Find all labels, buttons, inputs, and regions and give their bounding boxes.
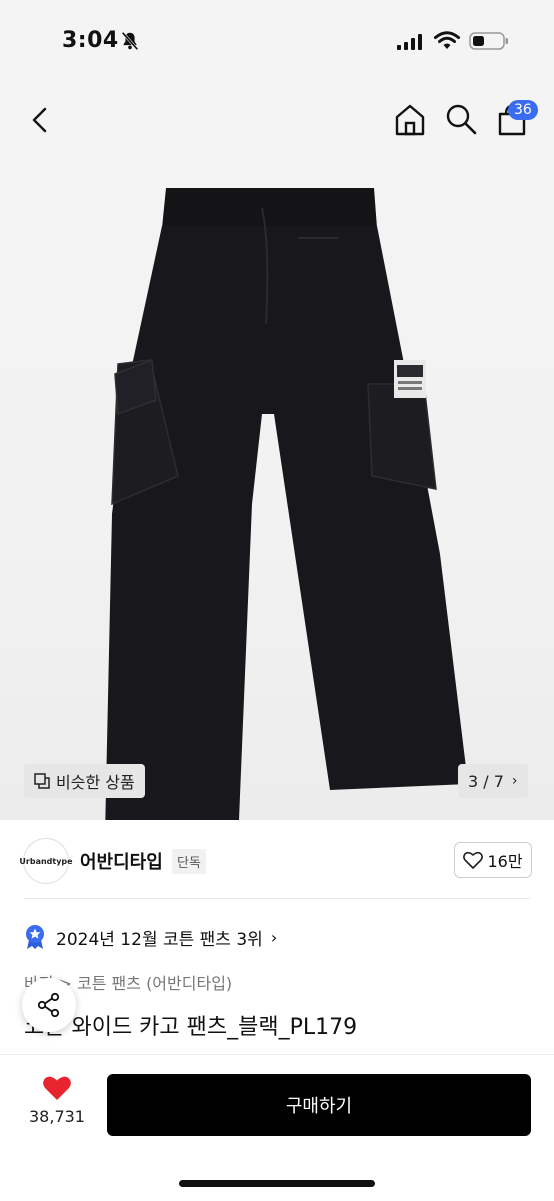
exclusive-badge: 단독 <box>172 849 206 874</box>
ranking-medal-icon <box>26 925 44 949</box>
chevron-right-icon: › <box>270 927 278 947</box>
similar-products-button[interactable]: 비슷한 상품 <box>24 764 145 798</box>
buy-button[interactable]: 구매하기 <box>107 1074 531 1136</box>
ranking-text: 2024년 12월 코튼 팬츠 3위 <box>56 929 263 950</box>
mute-bell-icon <box>121 31 139 51</box>
wifi-icon <box>434 31 460 49</box>
ranking-link[interactable]: 2024년 12월 코튼 팬츠 3위 › <box>24 924 277 950</box>
home-indicator <box>179 1180 375 1187</box>
status-time: 3:04 <box>62 28 119 53</box>
cart-count-badge: 36 <box>508 100 538 120</box>
share-icon <box>37 992 60 1018</box>
favorite-button[interactable]: 38,731 <box>24 1075 90 1126</box>
page-indicator: 3 / 7 <box>468 771 504 791</box>
heart-filled-icon <box>43 1076 71 1100</box>
image-pager[interactable]: 3 / 7 › <box>458 764 528 798</box>
brand-row: Urbandtype 어반디타입 단독 16만 <box>0 836 554 884</box>
cellular-signal-icon <box>397 34 422 50</box>
brand-name[interactable]: 어반디타입 <box>80 848 163 874</box>
chevron-right-icon: › <box>511 773 518 789</box>
back-chevron-icon[interactable] <box>24 104 56 136</box>
similar-products-label: 비슷한 상품 <box>56 773 135 792</box>
status-bar: 3:04 <box>0 0 554 84</box>
brand-logo-text: Urbandtype <box>19 856 73 866</box>
brand-like-count: 16만 <box>487 852 523 871</box>
cargo-pants-image <box>105 188 468 820</box>
search-icon[interactable] <box>444 102 478 136</box>
divider <box>24 898 530 899</box>
heart-outline-icon <box>463 851 484 869</box>
brand-like-button[interactable]: 16만 <box>454 842 532 878</box>
bottom-action-bar: 38,731 구매하기 <box>0 1054 554 1201</box>
home-icon[interactable] <box>392 102 428 138</box>
brand-logo[interactable]: Urbandtype <box>19 838 73 884</box>
battery-icon <box>469 32 508 50</box>
top-nav <box>0 84 554 156</box>
favorite-count: 38,731 <box>29 1107 85 1126</box>
share-button[interactable] <box>22 978 76 1032</box>
duplicate-icon <box>34 773 50 789</box>
